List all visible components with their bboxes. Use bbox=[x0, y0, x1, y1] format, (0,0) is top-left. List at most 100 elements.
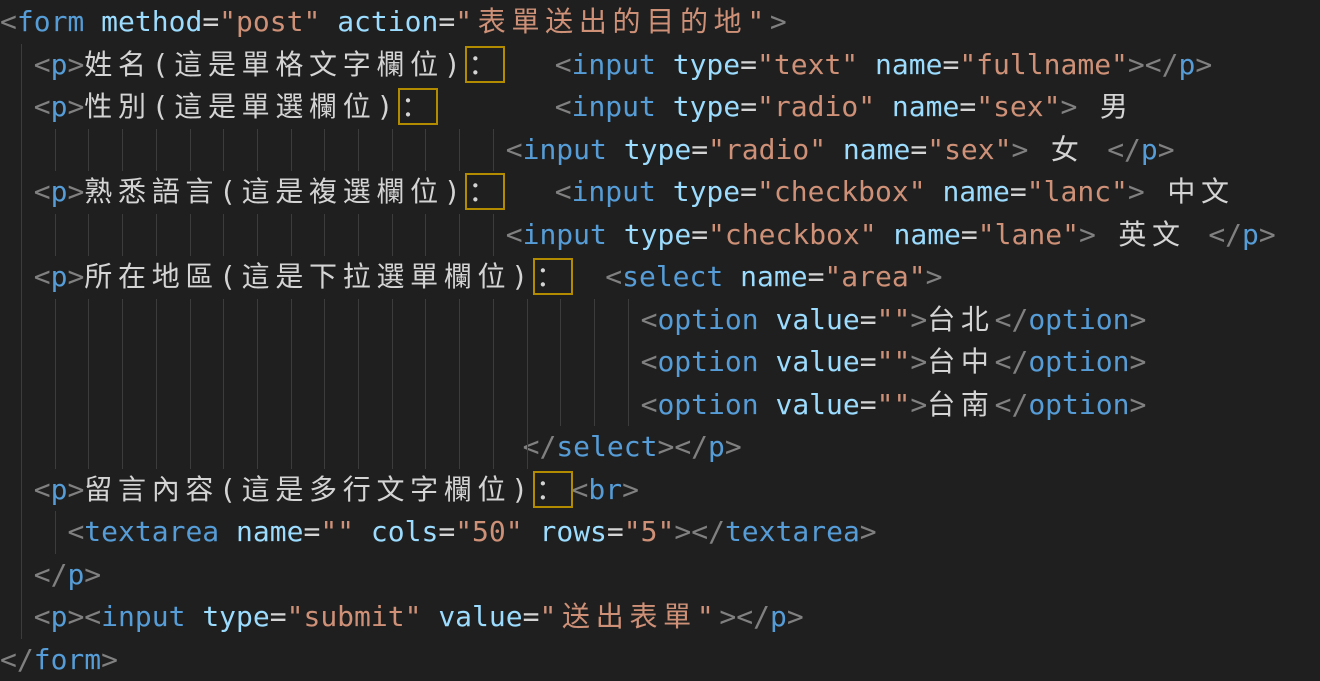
code-token: "lane" bbox=[978, 218, 1079, 251]
code-token: = bbox=[303, 515, 320, 548]
code-token: option bbox=[657, 303, 758, 336]
indent-guide bbox=[55, 299, 56, 342]
code-token: type bbox=[624, 218, 691, 251]
indent-guide bbox=[122, 426, 123, 469]
indent-guide bbox=[122, 384, 123, 427]
code-line-14[interactable]: </p> bbox=[0, 554, 1320, 597]
code-line-9[interactable]: <option value="">台中</option> bbox=[0, 341, 1320, 384]
code-token: </ bbox=[34, 558, 68, 591]
code-token: < bbox=[555, 175, 572, 208]
code-token: = bbox=[607, 515, 624, 548]
code-line-4[interactable]: <input type="radio" name="sex"> 女 </p> bbox=[0, 129, 1320, 172]
code-token: = bbox=[523, 600, 540, 633]
indent-guide bbox=[55, 129, 56, 172]
code-token: br bbox=[588, 473, 622, 506]
code-token bbox=[185, 600, 202, 633]
indent-guide bbox=[257, 384, 258, 427]
indent-guide bbox=[190, 214, 191, 257]
code-token: = bbox=[942, 48, 959, 81]
code-token: < bbox=[506, 218, 523, 251]
indent-guide bbox=[190, 341, 191, 384]
indent-guide bbox=[190, 426, 191, 469]
code-token: 中文 bbox=[1145, 175, 1235, 208]
code-token bbox=[656, 90, 673, 123]
code-token: option bbox=[1028, 303, 1129, 336]
indent-guide bbox=[156, 341, 157, 384]
code-token: rows bbox=[539, 515, 606, 548]
indent-guide bbox=[122, 341, 123, 384]
code-token bbox=[759, 303, 776, 336]
indent-guide bbox=[223, 214, 224, 257]
indent-guide bbox=[425, 129, 426, 172]
indent-guide bbox=[324, 214, 325, 257]
indent-guide bbox=[628, 341, 629, 384]
indent-guide bbox=[190, 129, 191, 172]
code-token: option bbox=[657, 388, 758, 421]
indent-guide bbox=[560, 341, 561, 384]
code-line-6[interactable]: <input type="checkbox" name="lane"> 英文 <… bbox=[0, 214, 1320, 257]
code-line-7[interactable]: <p>所在地區(這是下拉選單欄位)： <select name="area"> bbox=[0, 256, 1320, 299]
indent-guide bbox=[594, 299, 595, 342]
code-token bbox=[219, 515, 236, 548]
code-line-13[interactable]: <textarea name="" cols="50" rows="5"></t… bbox=[0, 511, 1320, 554]
code-token: </ bbox=[0, 643, 34, 676]
unicode-highlight-box: ： bbox=[400, 90, 436, 123]
code-token: method bbox=[101, 5, 202, 38]
indent-guide bbox=[88, 214, 89, 257]
indent-guide bbox=[493, 299, 494, 342]
code-line-3[interactable]: <p>性別(這是單選欄位)： <input type="radio" name=… bbox=[0, 86, 1320, 129]
code-line-10[interactable]: <option value="">台南</option> bbox=[0, 384, 1320, 427]
code-line-16[interactable]: </form> bbox=[0, 639, 1320, 681]
indent-guide bbox=[493, 341, 494, 384]
indent-guide bbox=[21, 426, 22, 469]
indent-guide bbox=[21, 256, 22, 299]
code-token: </ bbox=[995, 303, 1029, 336]
code-line-2[interactable]: <p>姓名(這是單格文字欄位)： <input type="text" name… bbox=[0, 44, 1320, 87]
code-token: p bbox=[51, 473, 68, 506]
code-token: < bbox=[572, 473, 589, 506]
code-token: = bbox=[860, 388, 877, 421]
code-line-5[interactable]: <p>熟悉語言(這是複選欄位)： <input type="checkbox" … bbox=[0, 171, 1320, 214]
code-line-11[interactable]: </select></p> bbox=[0, 426, 1320, 469]
indent-guide bbox=[392, 341, 393, 384]
code-token bbox=[354, 515, 371, 548]
indent-guide bbox=[21, 384, 22, 427]
indent-guide bbox=[628, 299, 629, 342]
code-token: = bbox=[860, 345, 877, 378]
code-token bbox=[0, 175, 34, 208]
code-token: name bbox=[236, 515, 303, 548]
code-token: select bbox=[622, 260, 723, 293]
indent-guide bbox=[324, 299, 325, 342]
indent-guide bbox=[156, 299, 157, 342]
code-line-15[interactable]: <p><input type="submit" value="送出表單"></p… bbox=[0, 596, 1320, 639]
code-editor[interactable]: <form method="post" action="表單送出的目的地"> <… bbox=[0, 0, 1320, 681]
code-token: = bbox=[202, 5, 219, 38]
indent-guide bbox=[594, 384, 595, 427]
code-token: ></ bbox=[719, 600, 770, 633]
code-token bbox=[84, 5, 101, 38]
code-token: > bbox=[926, 260, 943, 293]
code-token bbox=[607, 133, 624, 166]
code-token: "" bbox=[877, 388, 911, 421]
code-line-8[interactable]: <option value="">台北</option> bbox=[0, 299, 1320, 342]
code-token: > bbox=[67, 48, 84, 81]
code-token: < bbox=[67, 515, 84, 548]
code-token: option bbox=[1028, 388, 1129, 421]
indent-guide bbox=[358, 214, 359, 257]
code-token: > bbox=[1259, 218, 1276, 251]
code-line-1[interactable]: <form method="post" action="表單送出的目的地"> bbox=[0, 1, 1320, 44]
code-token bbox=[607, 218, 624, 251]
code-token: input bbox=[523, 218, 607, 251]
code-token: = bbox=[910, 133, 927, 166]
code-token: "" bbox=[877, 345, 911, 378]
code-token: = bbox=[270, 600, 287, 633]
code-token: cols bbox=[371, 515, 438, 548]
code-token: > bbox=[787, 600, 804, 633]
code-token: value bbox=[775, 303, 859, 336]
code-token: name bbox=[740, 260, 807, 293]
code-token: < bbox=[34, 600, 51, 633]
code-line-12[interactable]: <p>留言內容(這是多行文字欄位)：<br> bbox=[0, 469, 1320, 512]
indent-guide bbox=[291, 214, 292, 257]
indent-guide bbox=[392, 299, 393, 342]
indent-guide bbox=[257, 341, 258, 384]
